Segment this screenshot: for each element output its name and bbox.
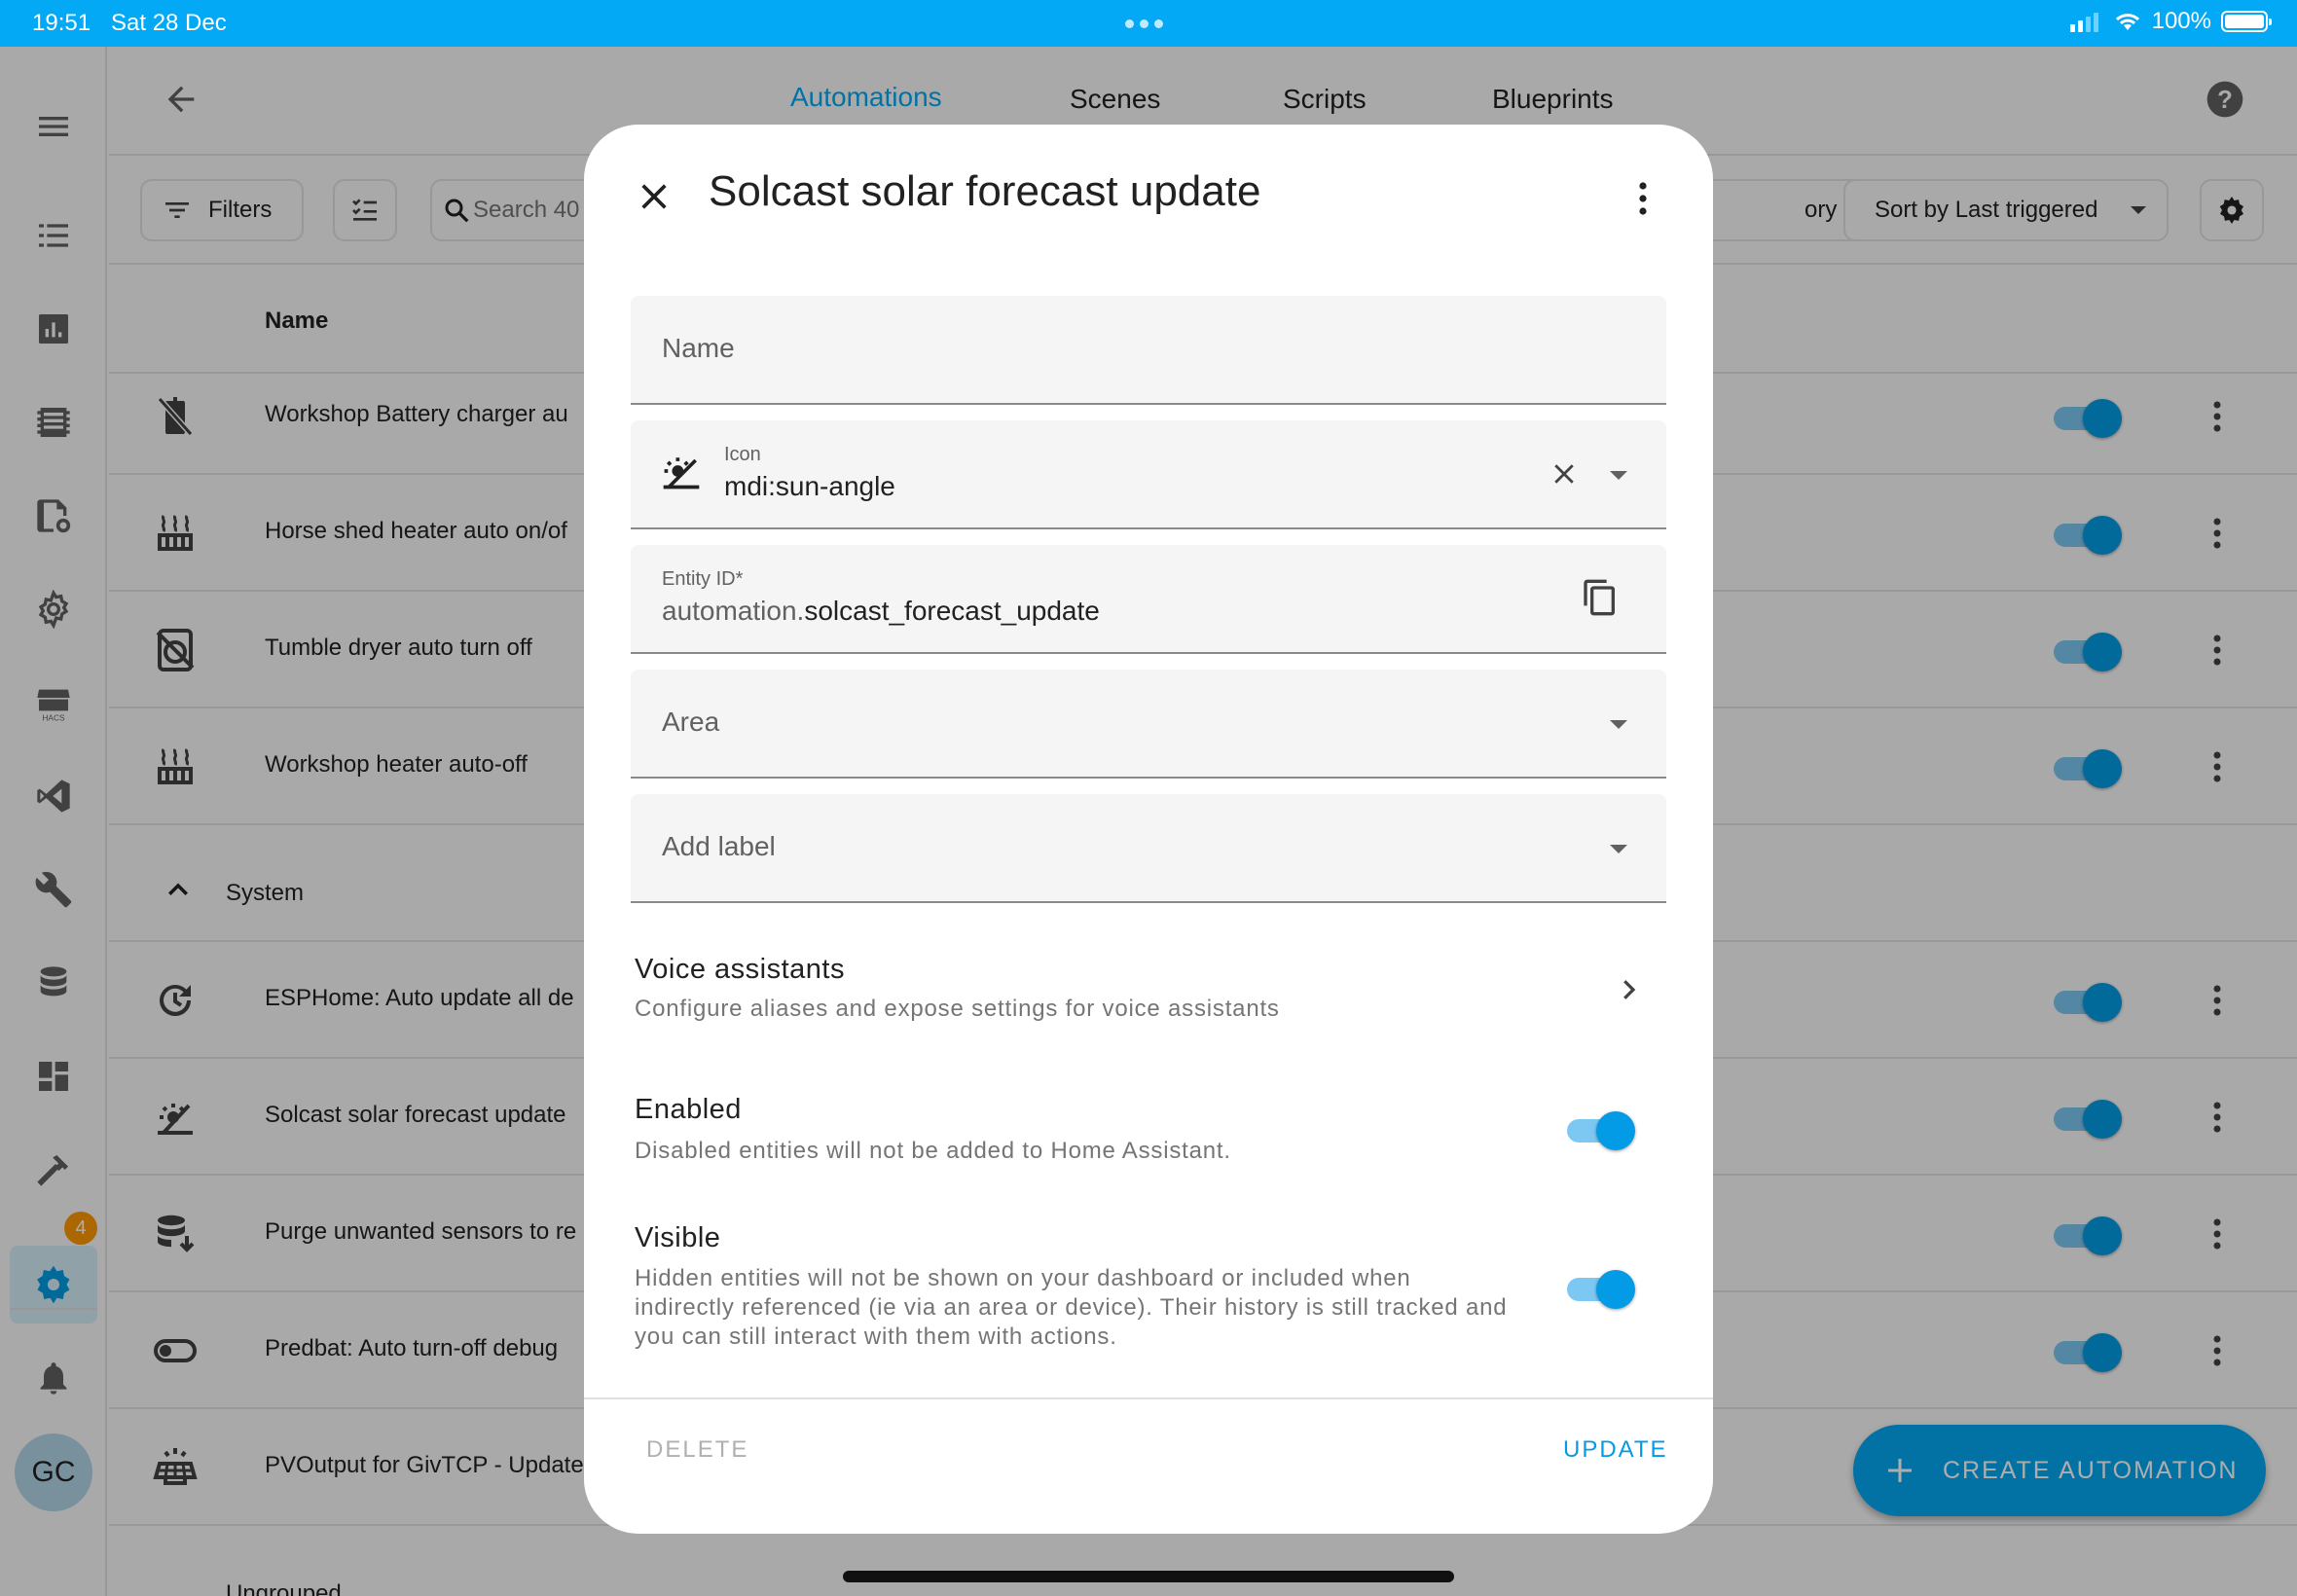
icon-field-value: mdi:sun-angle: [724, 471, 895, 501]
enabled-subtitle: Disabled entities will not be added to H…: [635, 1138, 1231, 1164]
add-label-text: Add label: [662, 831, 776, 861]
clear-icon[interactable]: [1550, 459, 1579, 489]
status-time: 19:51: [32, 10, 91, 36]
icon-picker-field[interactable]: Icon mdi:sun-angle: [631, 420, 1666, 529]
entity-id-field[interactable]: Entity ID* automation.solcast_forecast_u…: [631, 545, 1666, 654]
name-field-label: Name: [662, 333, 735, 363]
visible-title: Visible: [635, 1222, 721, 1253]
voice-assistants-subtitle: Configure aliases and expose settings fo…: [635, 996, 1280, 1022]
entity-id-prefix: automation.: [662, 596, 805, 626]
voice-assistants-row[interactable]: Voice assistants Configure aliases and e…: [631, 942, 1666, 1055]
chevron-down-icon[interactable]: [1610, 471, 1627, 480]
chevron-right-icon: [1614, 975, 1643, 1004]
multitasking-dots[interactable]: [1125, 19, 1163, 28]
update-button[interactable]: UPDATE: [1563, 1436, 1668, 1464]
entity-id-suffix: solcast_forecast_update: [804, 596, 1100, 626]
delete-button[interactable]: DELETE: [646, 1436, 748, 1464]
enabled-toggle[interactable]: [1563, 1109, 1635, 1150]
status-date: Sat 28 Dec: [111, 10, 227, 36]
dialog-overflow-menu-icon[interactable]: [1623, 175, 1662, 222]
visible-toggle[interactable]: [1563, 1268, 1635, 1309]
enabled-title: Enabled: [635, 1094, 742, 1125]
status-bar: 19:51 Sat 28 Dec 100%: [0, 0, 2297, 47]
status-indicators: 100%: [2068, 8, 2272, 35]
icon-field-label: Icon: [724, 444, 761, 465]
sun-angle-icon: [660, 450, 703, 492]
label-picker-field[interactable]: Add label: [631, 794, 1666, 903]
copy-icon[interactable]: [1581, 578, 1620, 617]
entity-id-value: automation.solcast_forecast_update: [662, 596, 1100, 627]
chevron-down-icon[interactable]: [1610, 845, 1627, 853]
battery-icon: [2221, 11, 2272, 32]
chevron-down-icon[interactable]: [1610, 720, 1627, 729]
close-icon[interactable]: [631, 173, 677, 220]
home-indicator[interactable]: [843, 1571, 1454, 1582]
wifi-icon: [2115, 14, 2139, 30]
visible-subtitle: Hidden entities will not be shown on you…: [635, 1265, 1508, 1350]
dialog-title: Solcast solar forecast update: [709, 167, 1261, 215]
battery-percent: 100%: [2151, 8, 2211, 34]
name-field[interactable]: Name: [631, 296, 1666, 405]
area-field-label: Area: [662, 707, 720, 737]
entity-id-label: Entity ID*: [662, 568, 744, 590]
dialog-footer-divider: [584, 1397, 1713, 1399]
entity-settings-dialog: Solcast solar forecast update Name Icon …: [584, 125, 1713, 1534]
area-picker-field[interactable]: Area: [631, 670, 1666, 779]
voice-assistants-title: Voice assistants: [635, 954, 845, 985]
signal-icon: [2069, 13, 2098, 32]
